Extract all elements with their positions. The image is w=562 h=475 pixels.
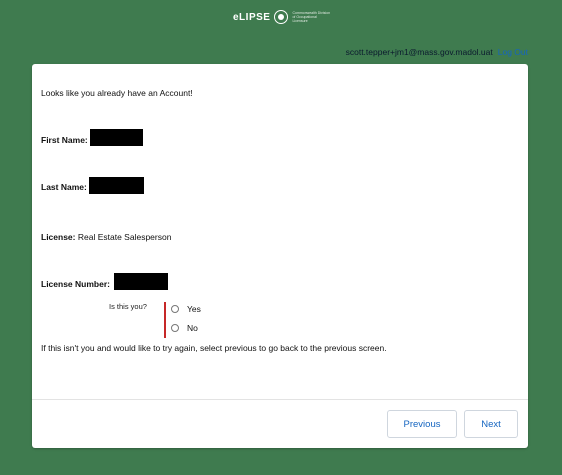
license-row: License: Real Estate Salesperson [41, 232, 171, 242]
yes-radio[interactable] [171, 305, 179, 313]
app-logo: eLIPSE Commonwealth Division of Occupati… [233, 10, 332, 24]
license-number-label: License Number: [41, 279, 110, 289]
intro-text: Looks like you already have an Account! [41, 88, 193, 98]
is-this-you-label: Is this you? [109, 302, 147, 311]
yes-label: Yes [187, 304, 201, 314]
first-name-redacted [90, 129, 143, 146]
previous-button[interactable]: Previous [387, 410, 457, 438]
app-name: eLIPSE [233, 11, 271, 23]
last-name-redacted [89, 177, 144, 194]
agency-name: Commonwealth Division of Occupational Li… [292, 11, 331, 23]
user-email: scott.tepper+jm1@mass.gov.madol.uat [345, 47, 493, 57]
app-header: eLIPSE Commonwealth Division of Occupati… [0, 0, 562, 40]
no-label: No [187, 323, 198, 333]
required-indicator [164, 302, 166, 338]
radio-option-no[interactable]: No [171, 323, 198, 333]
first-name-label: First Name: [41, 135, 88, 145]
license-value: Real Estate Salesperson [77, 232, 172, 242]
license-label: License: [41, 232, 76, 242]
next-button[interactable]: Next [464, 410, 518, 438]
license-number-redacted [114, 273, 168, 290]
radio-option-yes[interactable]: Yes [171, 304, 201, 314]
user-bar: scott.tepper+jm1@mass.gov.madol.uat Log … [346, 47, 528, 57]
no-radio[interactable] [171, 324, 179, 332]
state-seal-icon [274, 10, 289, 24]
footer-divider [32, 399, 528, 400]
account-confirmation-card: Looks like you already have an Account! … [32, 64, 528, 448]
help-text: If this isn't you and would like to try … [41, 343, 387, 353]
last-name-label: Last Name: [41, 182, 87, 192]
logout-link[interactable]: Log Out [498, 47, 528, 57]
